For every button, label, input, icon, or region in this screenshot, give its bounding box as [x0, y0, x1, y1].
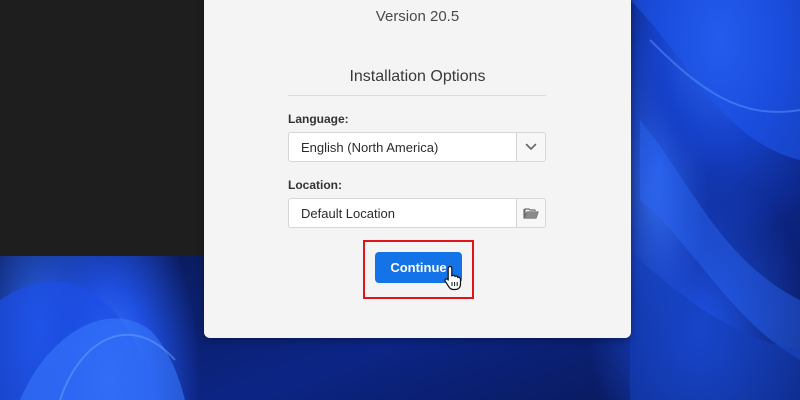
folder-icon[interactable]	[516, 199, 545, 227]
divider	[288, 95, 546, 96]
location-label: Location:	[288, 178, 342, 192]
version-text: Version 20.5	[375, 8, 460, 25]
installer-dialog: Version 20.5 Installation Options Langua…	[204, 0, 631, 338]
continue-highlight-box: Continue	[363, 240, 474, 299]
installation-options-title: Installation Options	[349, 68, 486, 85]
language-select[interactable]: English (North America)	[288, 132, 546, 162]
location-value: Default Location	[301, 205, 395, 221]
language-value: English (North America)	[301, 139, 439, 155]
hand-pointer-icon	[444, 265, 462, 291]
chevron-down-icon[interactable]	[516, 133, 545, 161]
location-field[interactable]: Default Location	[288, 198, 546, 228]
language-label: Language:	[288, 112, 349, 126]
background-window	[0, 0, 205, 256]
